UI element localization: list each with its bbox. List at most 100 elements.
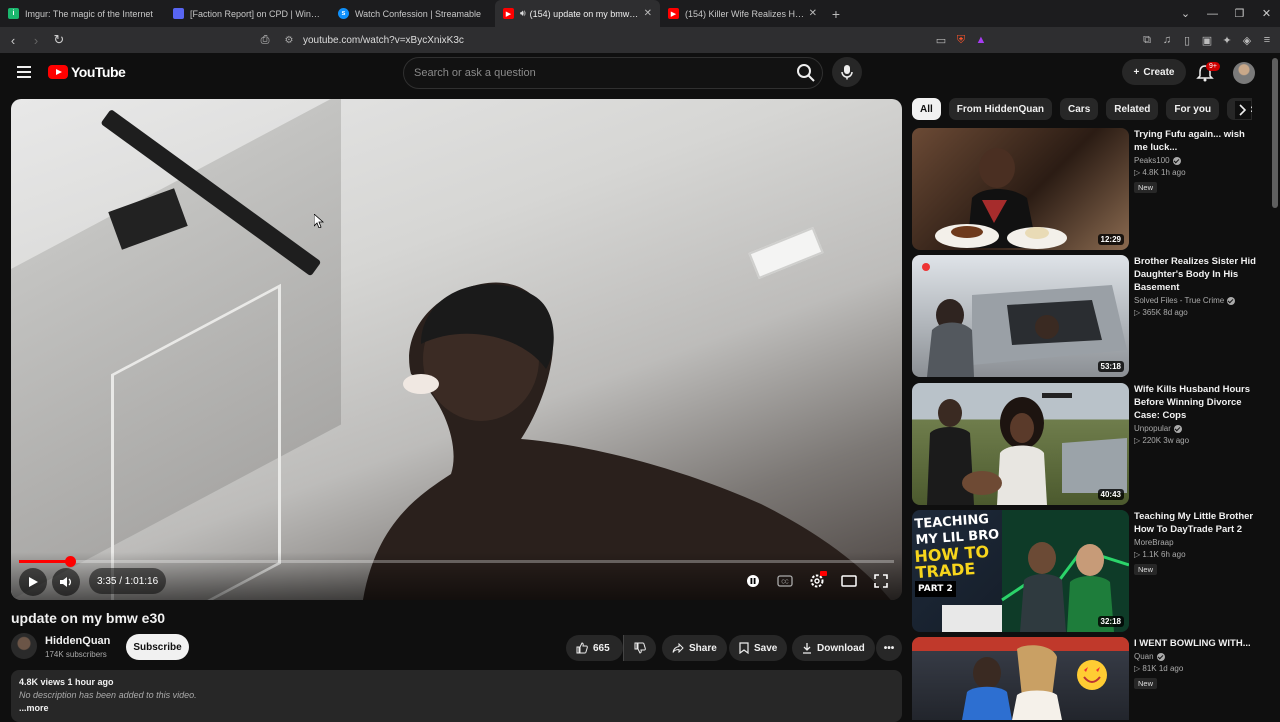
browser-tab[interactable]: [Faction Report] on CPD | Windy City [165,0,330,27]
search-box[interactable] [403,57,823,89]
duration-label: 12:29 [1097,234,1124,245]
close-tab-icon[interactable]: ✕ [644,8,652,19]
recommendation-channel[interactable]: Unpopular [1134,424,1259,433]
recommendation-item[interactable]: I WENT BOWLING WITH... Quan ▷ 81K 1d ago… [912,637,1262,720]
video-thumbnail[interactable]: 12:29 [912,128,1129,250]
chip-for-you[interactable]: For you [1166,98,1220,120]
recommendation-title[interactable]: I WENT BOWLING WITH... [1134,637,1259,650]
play-button[interactable] [19,568,47,596]
video-thumbnail[interactable]: 53:18 [912,255,1129,377]
recommendation-title[interactable]: Trying Fufu again... wish me luck... [1134,128,1259,154]
recommendation-item[interactable]: 53:18 Brother Realizes Sister Hid Daught… [912,255,1262,377]
volume-button[interactable] [52,568,80,596]
settings-gear-icon[interactable] [806,570,828,592]
sidebar-icon[interactable]: ▯ [1180,34,1194,47]
back-icon[interactable]: ‹ [3,33,23,48]
youtube-favicon-icon: ▶ [668,8,679,19]
speaker-icon[interactable]: 🔊︎ [520,8,526,19]
browser-tab[interactable]: s Watch Confession | Streamable [330,0,495,27]
account-avatar[interactable] [1233,62,1255,84]
subscriber-count: 174K subscribers [45,650,107,659]
recommendation-item[interactable]: 12:29 Trying Fufu again... wish me luck.… [912,128,1262,250]
captions-icon[interactable]: CC [774,570,796,592]
filter-chips: All From HiddenQuan Cars Related For you… [912,98,1252,122]
channel-avatar[interactable] [11,633,37,659]
recommendation-title[interactable]: Wife Kills Husband Hours Before Winning … [1134,383,1259,422]
recommendation-channel[interactable]: Quan [1134,652,1259,661]
autoplay-toggle-icon[interactable] [742,570,764,592]
url-field[interactable]: ⎙ ⚙ youtube.com/watch?v=xBycXnixK3c [255,30,1000,50]
new-badge: New [1134,678,1158,689]
dislike-button[interactable] [623,635,656,661]
new-tab-icon[interactable]: + [825,6,847,22]
recommendation-info: Wife Kills Husband Hours Before Winning … [1134,383,1259,445]
chevron-right-icon[interactable] [1235,101,1251,119]
thumbnail-caption: TEACHING MY LIL BRO HOW TO TRADE PART 2 [914,512,1005,597]
recommendation-item[interactable]: 40:43 Wife Kills Husband Hours Before Wi… [912,383,1262,505]
chip-cars[interactable]: Cars [1060,98,1099,120]
fullscreen-icon[interactable] [870,570,892,592]
music-icon[interactable]: ♫ [1160,34,1174,46]
progress-scrubber[interactable] [65,556,76,567]
rewards-icon[interactable]: ▲ [974,34,988,46]
verified-check-icon [1227,296,1236,305]
extensions-icon[interactable]: ⧉ [1140,34,1154,47]
recommendation-channel[interactable]: Solved Files - True Crime [1134,296,1259,305]
tab-list-icon[interactable]: ⌄ [1172,7,1199,20]
site-info-icon[interactable]: ⚙ [279,35,299,46]
share-button[interactable]: Share [662,635,727,661]
reload-icon[interactable]: ↻ [49,32,69,48]
save-button[interactable]: Save [729,635,788,661]
subscribe-button[interactable]: Subscribe [126,634,189,660]
close-window-icon[interactable]: ✕ [1253,7,1280,20]
page-scrollbar[interactable] [1272,58,1278,208]
recommendation-info: Teaching My Little Brother How To DayTra… [1134,510,1259,577]
browser-tab-active[interactable]: ▶ 🔊︎ (154) update on my bmw e30 ✕ [495,0,660,27]
channel-name[interactable]: HiddenQuan [45,635,110,647]
chip-all[interactable]: All [912,98,941,120]
search-icon[interactable] [796,63,816,83]
leo-icon[interactable]: ✦ [1220,34,1234,47]
recommendation-channel[interactable]: Peaks100 [1134,156,1259,165]
video-thumbnail[interactable]: 40:43 [912,383,1129,505]
recommendation-item[interactable]: TEACHING MY LIL BRO HOW TO TRADE PART 2 … [912,510,1262,632]
progress-bar[interactable] [19,556,894,567]
vpn-icon[interactable]: ◈ [1240,34,1254,47]
new-badge: New [1134,182,1158,193]
download-button[interactable]: Download [792,635,875,661]
more-actions-button[interactable]: ••• [876,635,902,661]
like-button[interactable]: 665 [566,635,623,661]
svg-text:CC: CC [781,580,789,586]
cast-icon[interactable]: ▭ [934,34,948,47]
recommendation-channel[interactable]: MoreBraap [1134,538,1259,547]
browser-tab[interactable]: ▶ (154) Killer Wife Realizes Her Husband… [660,0,825,27]
recommendation-title[interactable]: Brother Realizes Sister Hid Daughter's B… [1134,255,1259,294]
hamburger-menu-icon[interactable] [17,66,31,78]
close-tab-icon[interactable]: ✕ [809,8,817,19]
show-more-link[interactable]: ...more [19,703,894,713]
description-box[interactable]: 4.8K views 1 hour ago No description has… [11,670,902,722]
recommendation-title[interactable]: Teaching My Little Brother How To DayTra… [1134,510,1259,536]
video-thumbnail[interactable] [912,637,1129,720]
bookmark-icon[interactable]: ⎙ [255,34,275,47]
theater-mode-icon[interactable] [838,570,860,592]
browser-tab[interactable]: i Imgur: The magic of the Internet [0,0,165,27]
forward-icon[interactable]: › [26,33,46,48]
restore-icon[interactable]: ❐ [1226,7,1253,20]
recommendation-info: Trying Fufu again... wish me luck... Pea… [1134,128,1259,195]
hd-badge-icon [820,571,827,576]
brave-shield-icon[interactable]: ⛨ [954,34,968,47]
chip-related[interactable]: Related [1106,98,1159,120]
menu-icon[interactable]: ≡ [1260,34,1274,46]
create-button[interactable]: + Create [1122,59,1186,85]
youtube-logo[interactable]: YouTube [48,64,126,80]
video-player[interactable]: 3:35 / 1:01:16 CC [11,99,902,600]
youtube-header: YouTube + Create 9+ [0,53,1280,93]
new-badge: New [1134,564,1158,575]
chip-from-channel[interactable]: From HiddenQuan [948,98,1053,120]
minimize-icon[interactable]: — [1199,8,1226,20]
search-input[interactable] [414,67,774,79]
video-thumbnail[interactable]: TEACHING MY LIL BRO HOW TO TRADE PART 2 … [912,510,1129,632]
voice-search-button[interactable] [832,57,862,87]
wallet-icon[interactable]: ▣ [1200,34,1214,47]
